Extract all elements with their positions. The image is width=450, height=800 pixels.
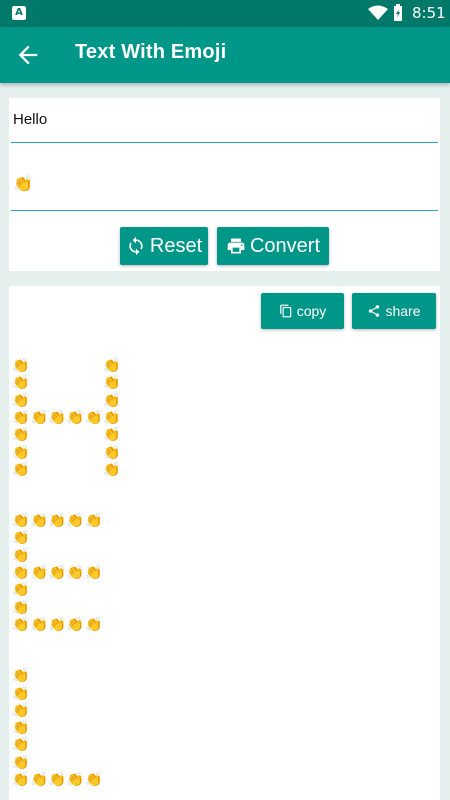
emoji-cell: 👏: [85, 409, 103, 426]
emoji-cell: 👏: [85, 565, 103, 581]
share-icon: [369, 305, 380, 317]
emoji-cell: 👏: [30, 513, 48, 530]
emoji-cell: 👏: [66, 409, 85, 426]
emoji-cell: 👏: [48, 409, 67, 426]
printer-icon: [227, 238, 245, 254]
reset-label: Reset: [149, 234, 203, 257]
input-card: Hello 👏 Reset Convert: [9, 98, 440, 271]
emoji-cell: 👏: [30, 565, 48, 581]
battery-icon: [394, 4, 402, 21]
emoji-cell: 👏: [103, 444, 121, 461]
emoji-cell: 👏: [12, 685, 30, 702]
emoji-cell: 👏: [12, 702, 30, 719]
emoji-cell: 👏: [103, 427, 121, 444]
convert-button[interactable]: Convert: [217, 227, 329, 265]
emoji-cell: 👏: [30, 409, 48, 426]
copy-button[interactable]: copy: [261, 293, 344, 329]
emoji-cell: 👏: [103, 358, 121, 374]
clock: 8:51: [412, 4, 446, 22]
reset-button[interactable]: Reset: [120, 227, 208, 265]
copy-label: copy: [296, 303, 327, 319]
emoji-cell: 👏: [12, 737, 30, 754]
emoji-cell: 👏: [85, 772, 103, 788]
notification-icon: A: [12, 6, 26, 20]
emoji-cell: 👏: [30, 616, 48, 633]
emoji-cell: 👏: [103, 461, 121, 478]
app-bar: Text With Emoji: [0, 27, 450, 83]
emoji-cell: 👏: [66, 772, 85, 788]
emoji-cell: 👏: [66, 616, 85, 633]
text-input[interactable]: Hello: [11, 98, 438, 143]
emoji-cell: 👏: [12, 582, 30, 599]
emoji-cell: 👏: [48, 513, 67, 530]
output-card: copy share 👏 👏 👏 👏 👏 👏 👏 👏 👏 👏 👏 👏 👏 👏 👏 👏 👏 👏 👏 👏 👏 👏 👏 👏 👏 👏 👏 👏 👏…: [9, 286, 440, 800]
emoji-cell: 👏: [12, 427, 30, 444]
emoji-cell: 👏: [12, 720, 30, 737]
page-title: Text With Emoji: [75, 41, 227, 63]
emoji-cell: 👏: [12, 409, 30, 426]
emoji-cell: 👏: [85, 513, 103, 530]
emoji-cell: 👏: [30, 772, 48, 788]
emoji-cell: 👏: [12, 444, 30, 461]
emoji-cell: 👏: [103, 409, 121, 426]
emoji-input-value: 👏: [13, 176, 33, 193]
emoji-cell: 👏: [12, 616, 30, 633]
emoji-cell: 👏: [48, 772, 67, 788]
emoji-cell: 👏: [85, 616, 103, 633]
emoji-cell: 👏: [103, 392, 121, 409]
emoji-cell: 👏: [66, 513, 85, 530]
emoji-cell: 👏: [12, 565, 30, 581]
emoji-cell: 👏: [12, 513, 30, 530]
emoji-cell: 👏: [12, 358, 30, 374]
emoji-cell: 👏: [12, 530, 30, 547]
wifi-icon: [368, 5, 388, 20]
emoji-cell: 👏: [12, 599, 30, 616]
share-button[interactable]: share: [352, 293, 436, 329]
emoji-cell: 👏: [48, 616, 67, 633]
emoji-cell: 👏: [12, 754, 30, 771]
emoji-cell: 👏: [48, 565, 67, 581]
emoji-cell: 👏: [12, 392, 30, 409]
emoji-cell: 👏: [12, 461, 30, 478]
emoji-cell: 👏: [12, 375, 30, 392]
status-bar: A 8:51: [0, 0, 450, 27]
back-arrow-icon[interactable]: [14, 41, 42, 69]
emoji-input[interactable]: 👏: [11, 158, 438, 211]
emoji-cell: 👏: [12, 772, 30, 788]
share-label: share: [385, 303, 421, 319]
emoji-cell: 👏: [66, 565, 85, 581]
text-input-value: Hello: [13, 111, 48, 128]
emoji-cell: 👏: [12, 547, 30, 564]
refresh-icon: [129, 236, 143, 256]
emoji-cell: 👏: [103, 375, 121, 392]
emoji-cell: 👏: [12, 668, 30, 685]
convert-label: Convert: [249, 234, 321, 257]
copy-icon: [279, 304, 291, 318]
